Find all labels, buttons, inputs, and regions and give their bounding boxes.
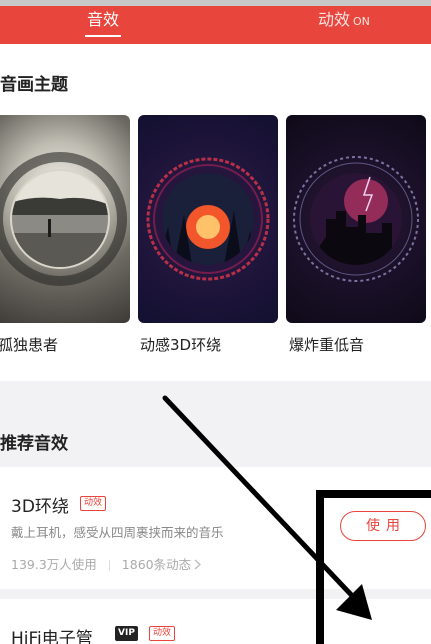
city-lightning-ring-artwork bbox=[293, 156, 419, 282]
section-divider bbox=[0, 381, 431, 467]
theme-card-3d-surround-label: 动感3D环绕 bbox=[140, 336, 222, 354]
recommend-section-title: 推荐音效 bbox=[0, 434, 68, 454]
tab-sound-effects-label: 音效 bbox=[86, 10, 119, 29]
tab-motion-state: ON bbox=[353, 15, 370, 28]
post-count: 1860条动态 bbox=[121, 557, 192, 572]
sound-effect-item-hifi[interactable]: HiFi电子管 VIP 动效 bbox=[0, 599, 431, 644]
motion-badge: 动效 bbox=[80, 496, 107, 511]
item-divider bbox=[0, 589, 431, 599]
tab-bar: 音效 动效 ON bbox=[0, 6, 431, 44]
sound-effect-item-3d[interactable]: 3D环绕 动效 戴上耳机，感受从四周裹挟而来的音乐 139.3万人使用 1860条… bbox=[0, 467, 431, 587]
vip-badge: VIP bbox=[115, 626, 138, 641]
meta-separator bbox=[108, 560, 110, 571]
sound-effect-meta: 139.3万人使用 1860条动态 bbox=[11, 554, 202, 573]
theme-card-heavy-bass-label: 爆炸重低音 bbox=[289, 336, 365, 354]
sound-effect-title: 3D环绕 bbox=[11, 497, 69, 517]
use-button[interactable]: 使用 bbox=[340, 511, 426, 541]
tab-motion-effects-label: 动效 bbox=[318, 10, 351, 29]
theme-card-heavy-bass[interactable] bbox=[286, 115, 426, 323]
motion-badge: 动效 bbox=[149, 626, 176, 641]
post-count-link[interactable]: 1860条动态 bbox=[122, 557, 202, 572]
theme-card-lonely-label: 孤独患者 bbox=[0, 336, 59, 354]
theme-card-3d-surround[interactable] bbox=[138, 115, 278, 323]
sound-effect-description: 戴上耳机，感受从四周裹挟而来的音乐 bbox=[11, 525, 224, 540]
tab-motion-effects[interactable]: 动效 ON bbox=[318, 6, 370, 44]
chevron-right-icon bbox=[194, 559, 202, 570]
tab-sound-effects[interactable]: 音效 bbox=[83, 6, 123, 44]
sunset-forest-ring-artwork bbox=[146, 157, 270, 281]
active-tab-indicator bbox=[85, 35, 121, 37]
theme-card-lonely[interactable] bbox=[0, 115, 130, 323]
sound-effect-title: HiFi电子管 bbox=[11, 629, 93, 644]
usage-count: 139.3万人使用 bbox=[11, 557, 97, 572]
theme-section-title: 音画主题 bbox=[0, 75, 68, 95]
lonely-landscape-artwork bbox=[0, 152, 127, 286]
